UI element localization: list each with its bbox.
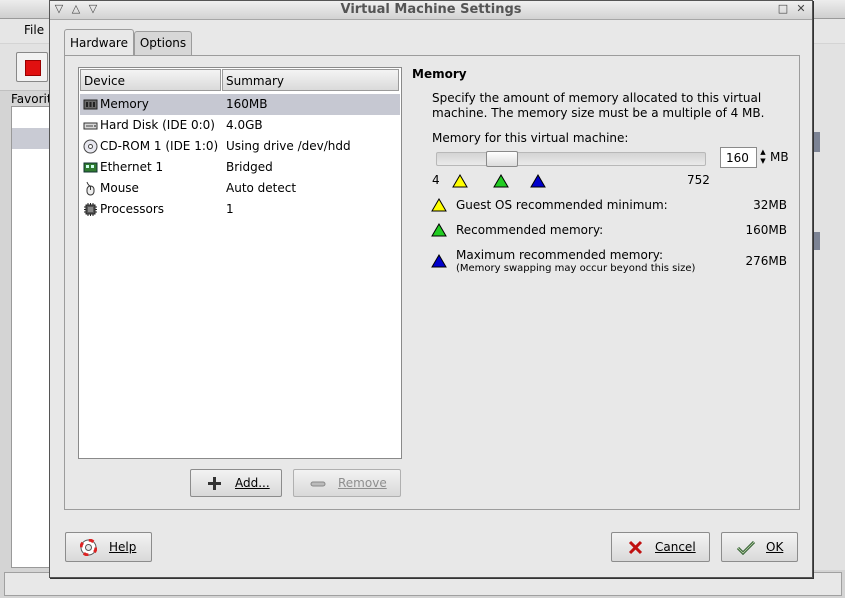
spin-down-icon[interactable]: ▼ bbox=[758, 157, 768, 166]
memory-slider-track[interactable] bbox=[436, 152, 706, 166]
legend-minimum-label: Guest OS recommended minimum: bbox=[456, 198, 668, 212]
legend-maximum-value: 276MB bbox=[745, 254, 788, 268]
device-summary: Auto detect bbox=[226, 181, 297, 195]
recommended-marker-icon bbox=[493, 174, 509, 188]
favorites-panel[interactable] bbox=[11, 106, 53, 568]
favorites-label: Favorit bbox=[11, 92, 52, 106]
minimize-icon[interactable]: □ bbox=[777, 3, 789, 15]
legend-minimum-icon bbox=[431, 198, 447, 212]
remove-button-label: Remove bbox=[338, 476, 387, 490]
device-name: Memory bbox=[100, 97, 149, 111]
dialog-titlebar[interactable]: ▽ △ ▽ Virtual Machine Settings □ ✕ bbox=[50, 1, 812, 20]
memory-for-vm-label: Memory for this virtual machine: bbox=[432, 131, 629, 145]
table-row-hard-disk[interactable]: Hard Disk (IDE 0:0) 4.0GB bbox=[80, 115, 400, 136]
device-name: CD-ROM 1 (IDE 1:0) bbox=[100, 139, 219, 153]
ethernet-icon bbox=[83, 162, 98, 173]
table-row-processors[interactable]: Processors 1 bbox=[80, 199, 400, 220]
close-icon[interactable]: ✕ bbox=[795, 3, 807, 15]
processor-icon bbox=[84, 203, 97, 216]
device-name: Mouse bbox=[100, 181, 139, 195]
column-header-device[interactable]: Device bbox=[80, 69, 221, 91]
tab-options[interactable]: Options bbox=[134, 31, 192, 55]
memory-spin-arrows[interactable]: ▲ ▼ bbox=[758, 148, 768, 168]
hardware-tab-panel: Device Summary Memory 160MB Hard Disk (I… bbox=[64, 55, 800, 510]
background-right-panel bbox=[811, 90, 845, 570]
maximum-marker-icon bbox=[530, 174, 546, 188]
favorites-selected-item[interactable] bbox=[12, 128, 51, 149]
add-button[interactable]: Add... bbox=[190, 469, 282, 497]
hard-disk-icon bbox=[83, 122, 98, 130]
device-summary: 160MB bbox=[226, 97, 268, 111]
memory-description: Specify the amount of memory allocated t… bbox=[432, 91, 765, 120]
cancel-button[interactable]: Cancel bbox=[611, 532, 710, 562]
device-summary: 4.0GB bbox=[226, 118, 263, 132]
device-summary: Bridged bbox=[226, 160, 273, 174]
cancel-x-icon bbox=[628, 540, 643, 555]
menu-file[interactable]: File bbox=[24, 23, 44, 37]
device-name: Ethernet 1 bbox=[100, 160, 164, 174]
slider-max-label: 752 bbox=[687, 173, 710, 187]
add-button-label: Add... bbox=[235, 476, 270, 490]
help-button-label: Help bbox=[109, 540, 137, 554]
tab-hardware[interactable]: Hardware bbox=[64, 29, 134, 55]
memory-heading: Memory bbox=[412, 67, 467, 81]
ok-button-label: OK bbox=[766, 540, 784, 554]
device-name: Hard Disk (IDE 0:0) bbox=[100, 118, 215, 132]
table-row-mouse[interactable]: Mouse Auto detect bbox=[80, 178, 400, 199]
minimum-marker-icon bbox=[452, 174, 468, 188]
table-header: Device Summary bbox=[79, 68, 401, 93]
column-header-summary[interactable]: Summary bbox=[222, 69, 399, 91]
ok-button[interactable]: OK bbox=[721, 532, 798, 562]
table-row-ethernet[interactable]: Ethernet 1 Bridged bbox=[80, 157, 400, 178]
cancel-button-label: Cancel bbox=[655, 540, 696, 554]
help-lifebuoy-icon bbox=[80, 539, 97, 556]
device-table[interactable]: Device Summary Memory 160MB Hard Disk (I… bbox=[78, 67, 402, 459]
legend-recommended-value: 160MB bbox=[745, 223, 788, 237]
memory-size-value: 160 bbox=[726, 151, 749, 165]
memory-slider-thumb[interactable] bbox=[486, 151, 518, 167]
legend-maximum-note: (Memory swapping may occur beyond this s… bbox=[456, 263, 696, 274]
table-row-cdrom[interactable]: CD-ROM 1 (IDE 1:0) Using drive /dev/hdd bbox=[80, 136, 400, 157]
table-row-memory[interactable]: Memory 160MB bbox=[80, 94, 400, 115]
mouse-icon bbox=[86, 181, 95, 196]
memory-unit-label: MB bbox=[770, 150, 789, 164]
legend-maximum-label: Maximum recommended memory: bbox=[456, 248, 664, 262]
legend-minimum-value: 32MB bbox=[753, 198, 787, 212]
device-name: Processors bbox=[100, 202, 165, 216]
device-summary: 1 bbox=[226, 202, 234, 216]
stop-button[interactable] bbox=[16, 52, 48, 82]
cdrom-icon bbox=[83, 139, 98, 154]
minus-icon bbox=[310, 481, 326, 487]
spin-up-icon[interactable]: ▲ bbox=[758, 148, 768, 157]
memory-size-input[interactable]: 160 bbox=[720, 147, 757, 168]
device-summary: Using drive /dev/hdd bbox=[226, 139, 351, 153]
memory-icon bbox=[83, 99, 98, 110]
plus-icon bbox=[208, 477, 221, 490]
help-button[interactable]: Help bbox=[65, 532, 152, 562]
legend-maximum-icon bbox=[431, 254, 447, 268]
slider-min-label: 4 bbox=[432, 173, 440, 187]
remove-button[interactable]: Remove bbox=[293, 469, 401, 497]
dialog-title: Virtual Machine Settings bbox=[340, 2, 522, 17]
ok-check-icon bbox=[736, 540, 756, 556]
legend-recommended-icon bbox=[431, 223, 447, 237]
legend-recommended-label: Recommended memory: bbox=[456, 223, 604, 237]
vm-settings-dialog: ▽ △ ▽ Virtual Machine Settings □ ✕ Hardw… bbox=[49, 0, 813, 578]
